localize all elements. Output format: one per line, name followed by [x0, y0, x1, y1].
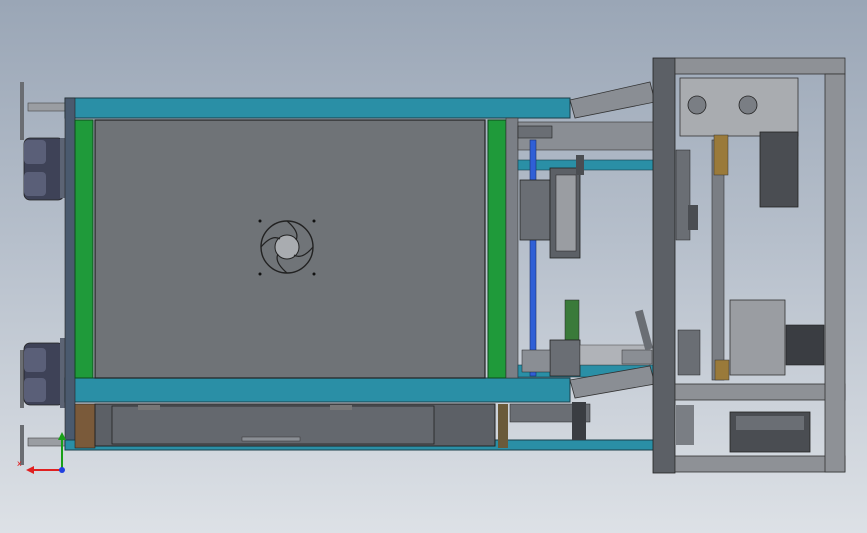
cad-viewport[interactable]: x [0, 0, 867, 533]
machine-assembly-top-view[interactable]: x [0, 0, 867, 533]
x-axis-label: x [17, 459, 22, 468]
right-aluminum-frame [652, 57, 846, 474]
main-plate [94, 119, 486, 379]
bottom-drawer [74, 403, 496, 449]
